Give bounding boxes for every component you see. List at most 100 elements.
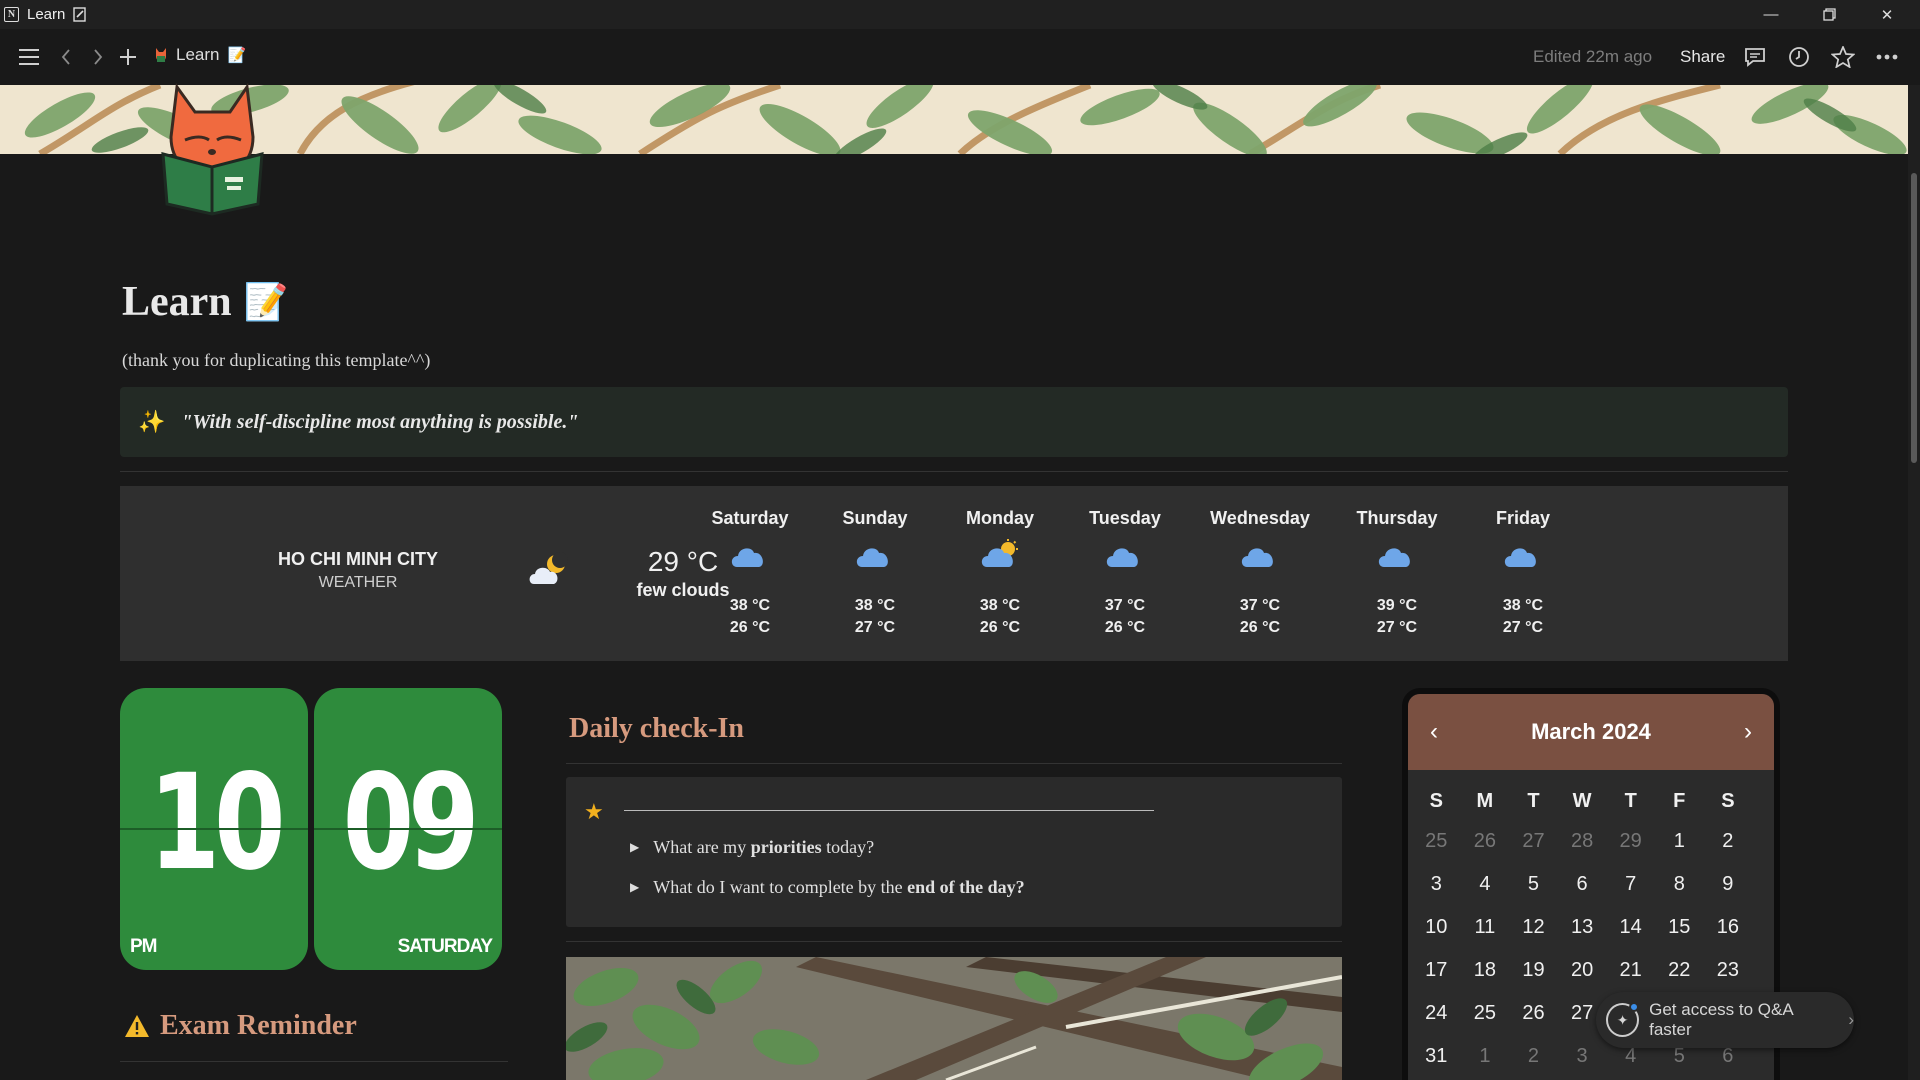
weather-city: HO CHI MINH CITY (278, 549, 438, 569)
calendar-day[interactable]: 27 (1509, 820, 1558, 863)
calendar-day[interactable]: 21 (1606, 949, 1655, 992)
back-button[interactable] (56, 44, 76, 70)
cover-image (0, 85, 1908, 154)
checkin-callout: ★ ▶ What are my priorities today? ▶ What… (566, 777, 1342, 927)
weekday-header: S (1721, 789, 1735, 812)
weather-widget: HO CHI MINH CITY WEATHER 29 °C few cloud… (120, 486, 1788, 661)
more-options-button[interactable] (1874, 44, 1900, 70)
cloud-icon (856, 548, 888, 567)
toggle-triangle-icon[interactable]: ▶ (630, 880, 639, 895)
divider (566, 763, 1342, 764)
toggle-end-of-day[interactable]: ▶ What do I want to complete by the end … (630, 877, 1025, 898)
forecast-day: Tuesday 37 °C 26 °C (1060, 508, 1190, 639)
toggle-triangle-icon[interactable]: ▶ (630, 840, 639, 855)
forecast-high: 38 °C (729, 597, 771, 614)
favorite-button[interactable] (1830, 44, 1856, 70)
calendar-day[interactable]: 15 (1655, 906, 1704, 949)
calendar-day[interactable]: 24 (1412, 992, 1461, 1035)
calendar-day[interactable]: 18 (1461, 949, 1510, 992)
new-page-button[interactable] (116, 44, 140, 70)
comments-button[interactable] (1742, 44, 1768, 70)
calendar-day[interactable]: 7 (1606, 863, 1655, 906)
forecast-day-name: Sunday (842, 508, 908, 528)
cloud-sun-icon (981, 539, 1018, 567)
calendar-day[interactable]: 31 (1412, 1035, 1461, 1078)
memo-icon: 📝 (243, 282, 289, 322)
page-scrollbar[interactable] (1908, 85, 1920, 1080)
forecast-low: 26 °C (979, 619, 1021, 636)
calendar-day[interactable]: 22 (1655, 949, 1704, 992)
forecast-day: Monday 38 °C 26 °C (935, 508, 1065, 639)
calendar-day[interactable]: 25 (1412, 820, 1461, 863)
forecast-high: 37 °C (1239, 597, 1281, 614)
fox-reading-icon[interactable] (155, 82, 270, 217)
calendar-day[interactable]: 23 (1704, 949, 1753, 992)
cloud-icon (1106, 548, 1138, 567)
updates-button[interactable] (1786, 44, 1812, 70)
cloud-icon (1504, 548, 1536, 567)
page-title-text: Learn (122, 279, 232, 325)
calendar-day[interactable]: 29 (1606, 820, 1655, 863)
minimize-button[interactable]: — (1742, 0, 1800, 29)
calendar-day[interactable]: 4 (1461, 863, 1510, 906)
next-month-button[interactable]: › (1736, 718, 1760, 746)
prev-month-button[interactable]: ‹ (1422, 718, 1446, 746)
toggle-end-of-day-text: What do I want to complete by the end of… (653, 877, 1024, 898)
toggle-priorities-text: What are my priorities today? (653, 837, 874, 858)
calendar-day[interactable]: 12 (1509, 906, 1558, 949)
forecast-low: 27 °C (1376, 619, 1418, 636)
weather-label: WEATHER (318, 574, 398, 591)
clock-day: SATURDAY (397, 936, 493, 957)
share-button[interactable]: Share (1680, 47, 1725, 67)
calendar-day[interactable]: 1 (1461, 1035, 1510, 1078)
calendar-day[interactable]: 1 (1655, 820, 1704, 863)
calendar-day[interactable]: 10 (1412, 906, 1461, 949)
calendar-day[interactable]: 17 (1412, 949, 1461, 992)
calendar-day[interactable]: 3 (1412, 863, 1461, 906)
garden-illustration (566, 957, 1342, 1080)
calendar-day[interactable]: 2 (1509, 1035, 1558, 1078)
calendar-day[interactable]: 14 (1606, 906, 1655, 949)
calendar-day[interactable]: 8 (1655, 863, 1704, 906)
clock-ampm: PM (130, 936, 157, 957)
calendar-day[interactable]: 25 (1461, 992, 1510, 1035)
calendar-day[interactable]: 16 (1704, 906, 1753, 949)
sparkles-icon: ✨ (138, 409, 166, 434)
calendar-day[interactable]: 5 (1509, 863, 1558, 906)
forecast-high: 37 °C (1104, 597, 1146, 614)
comment-icon (1745, 48, 1765, 67)
notification-dot (1629, 1002, 1640, 1012)
calendar-day[interactable]: 19 (1509, 949, 1558, 992)
forecast-day: Sunday 38 °C 27 °C (810, 508, 940, 639)
calendar-day[interactable]: 28 (1558, 820, 1607, 863)
forecast-day: Wednesday 37 °C 26 °C (1195, 508, 1325, 639)
calendar-day[interactable]: 6 (1558, 863, 1607, 906)
clock-minute-card: 09 SATURDAY (314, 688, 502, 970)
star-icon: ★ (584, 799, 604, 824)
toggle-priorities[interactable]: ▶ What are my priorities today? (630, 837, 874, 858)
forward-button[interactable] (88, 44, 108, 70)
weekday-header: W (1572, 789, 1592, 812)
window-titlebar: N Learn (0, 0, 1920, 29)
calendar-day[interactable]: 11 (1461, 906, 1510, 949)
calendar-day[interactable]: 26 (1461, 820, 1510, 863)
page-title: Learn 📝 (122, 278, 288, 326)
sidebar-menu-button[interactable] (16, 44, 42, 70)
weather-location: HO CHI MINH CITY WEATHER (120, 549, 596, 592)
calendar-day[interactable]: 2 (1704, 820, 1753, 863)
qa-prompt-button[interactable]: ✦ Get access to Q&A faster › (1596, 992, 1854, 1048)
scrollbar-thumb[interactable] (1911, 173, 1917, 463)
divider (120, 1061, 508, 1062)
calendar-day[interactable]: 13 (1558, 906, 1607, 949)
calendar-day[interactable]: 3 (1558, 1035, 1607, 1078)
breadcrumb[interactable]: Learn 📝 (154, 45, 246, 65)
quote-callout: ✨ "With self-discipline most anything is… (120, 387, 1788, 457)
memo-icon: 📝 (227, 47, 247, 64)
toggle-text-part: What do I want to complete by the (653, 877, 908, 897)
forecast-low: 27 °C (1502, 619, 1544, 636)
close-window-button[interactable]: ✕ (1858, 0, 1916, 29)
restore-button[interactable] (1800, 0, 1858, 29)
calendar-day[interactable]: 26 (1509, 992, 1558, 1035)
calendar-day[interactable]: 9 (1704, 863, 1753, 906)
calendar-day[interactable]: 20 (1558, 949, 1607, 992)
